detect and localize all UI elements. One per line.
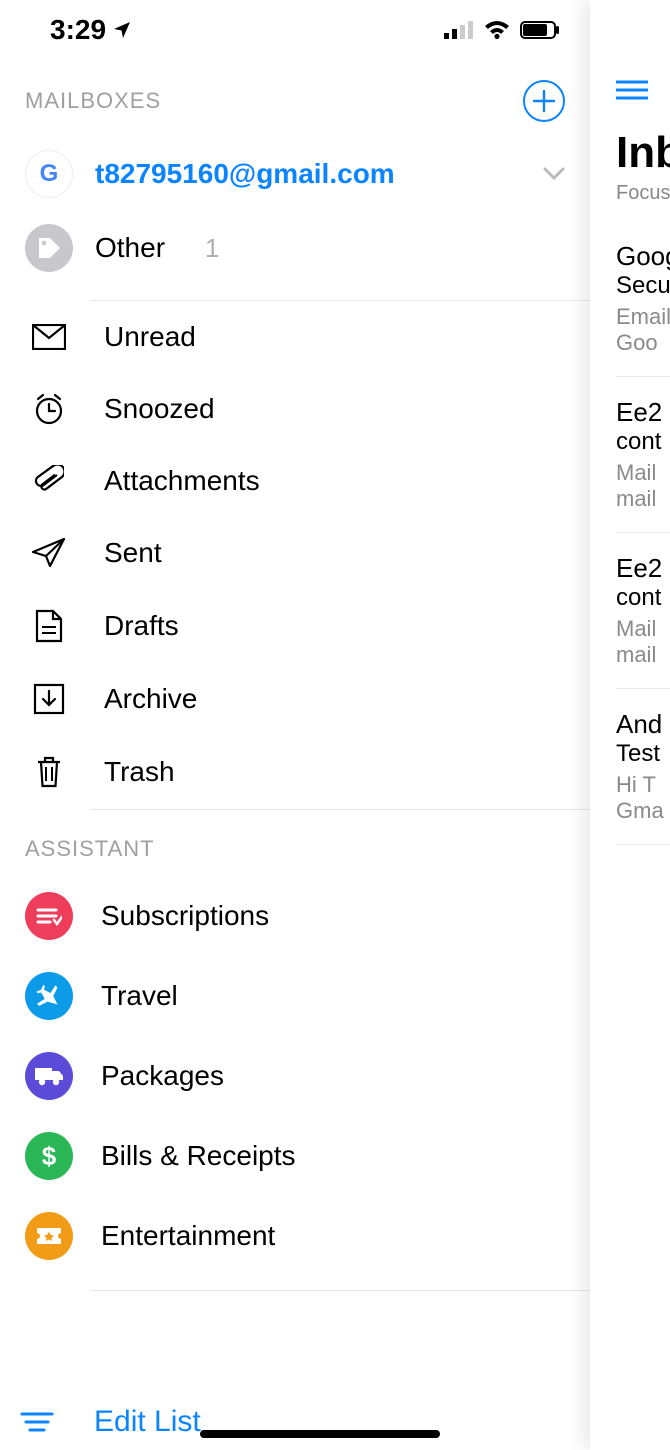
account-row[interactable]: G t82795160@gmail.com (0, 140, 590, 212)
assistant-entertainment[interactable]: Entertainment (0, 1196, 590, 1276)
truck-icon (25, 1052, 73, 1100)
other-label: Other (95, 232, 165, 264)
assistant-item-label: Travel (101, 980, 178, 1012)
tag-icon (25, 224, 73, 272)
chevron-down-icon[interactable] (543, 167, 565, 181)
subscriptions-icon (25, 892, 73, 940)
edit-list-button[interactable]: Edit List (94, 1405, 201, 1439)
assistant-label: ASSISTANT (0, 810, 590, 876)
assistant-packages[interactable]: Packages (0, 1036, 590, 1116)
folder-label: Attachments (104, 465, 260, 497)
folder-label: Trash (104, 756, 175, 788)
plane-icon (25, 972, 73, 1020)
wifi-icon (484, 20, 510, 40)
assistant-item-label: Subscriptions (101, 900, 269, 932)
filter-icon[interactable] (20, 1411, 54, 1433)
other-count: 1 (205, 233, 219, 264)
folder-trash[interactable]: Trash (0, 735, 590, 809)
paperclip-icon (30, 465, 68, 497)
battery-icon (520, 21, 560, 39)
trash-icon (30, 755, 68, 789)
assistant-item-label: Packages (101, 1060, 224, 1092)
google-avatar-icon: G (25, 150, 73, 198)
message-preview[interactable]: Ee2 cont Mail mail (616, 553, 670, 668)
cell-signal-icon (444, 21, 474, 39)
hamburger-icon[interactable] (616, 80, 670, 100)
folder-attachments[interactable]: Attachments (0, 445, 590, 517)
location-icon (112, 20, 132, 40)
message-preview[interactable]: And Test Hi T Gma (616, 709, 670, 824)
divider (90, 1290, 590, 1291)
folder-label: Drafts (104, 610, 179, 642)
message-preview[interactable]: Google Security Email Goo (616, 241, 670, 356)
edit-bar: Edit List (0, 1394, 590, 1450)
ticket-icon (25, 1212, 73, 1260)
assistant-item-label: Bills & Receipts (101, 1140, 296, 1172)
folder-unread[interactable]: Unread (0, 301, 590, 373)
folder-label: Unread (104, 321, 196, 353)
folder-snoozed[interactable]: Snoozed (0, 373, 590, 445)
folder-label: Snoozed (104, 393, 215, 425)
file-icon (30, 609, 68, 643)
folder-sent[interactable]: Sent (0, 517, 590, 589)
mailboxes-label: MAILBOXES (25, 88, 161, 114)
paper-plane-icon (30, 538, 68, 568)
archive-icon (30, 683, 68, 715)
folder-label: Archive (104, 683, 197, 715)
dollar-icon: $ (25, 1132, 73, 1180)
inbox-title: Inbox (616, 128, 670, 178)
assistant-subscriptions[interactable]: Subscriptions (0, 876, 590, 956)
folder-label: Sent (104, 537, 162, 569)
envelope-icon (30, 324, 68, 350)
home-indicator (200, 1430, 440, 1438)
assistant-travel[interactable]: Travel (0, 956, 590, 1036)
sidebar: 3:29 (0, 0, 590, 1450)
plus-icon (533, 90, 555, 112)
assistant-item-label: Entertainment (101, 1220, 275, 1252)
status-bar: 3:29 (0, 0, 590, 60)
other-row[interactable]: Other 1 (0, 212, 590, 300)
status-time: 3:29 (50, 14, 106, 46)
assistant-bills[interactable]: $ Bills & Receipts (0, 1116, 590, 1196)
folder-archive[interactable]: Archive (0, 663, 590, 735)
add-mailbox-button[interactable] (523, 80, 565, 122)
message-preview[interactable]: Ee2 cont Mail mail (616, 397, 670, 512)
inbox-peek-panel[interactable]: Inbox Focused Google Security Email Goo … (590, 0, 670, 1450)
account-email: t82795160@gmail.com (95, 158, 521, 190)
folder-drafts[interactable]: Drafts (0, 589, 590, 663)
inbox-subtitle: Focused (616, 182, 670, 205)
alarm-clock-icon (30, 393, 68, 425)
